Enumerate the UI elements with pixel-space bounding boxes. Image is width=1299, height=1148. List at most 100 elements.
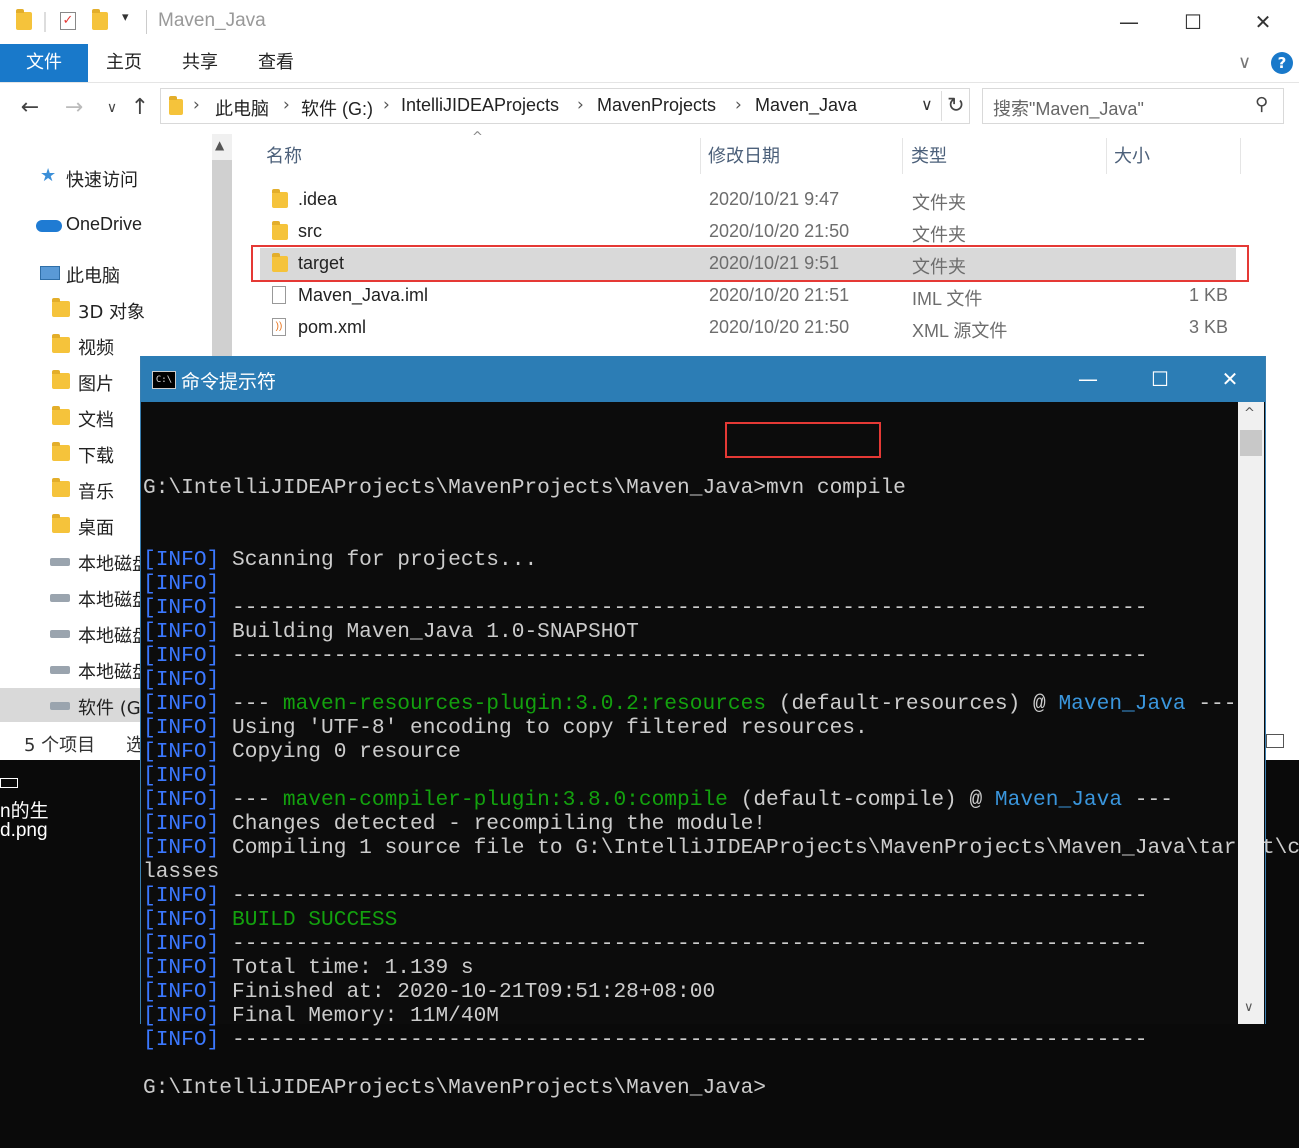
breadcrumb-maven-java[interactable]: Maven_Java bbox=[755, 95, 857, 116]
address-bar[interactable]: › 此电脑 › 软件 (G:) › IntelliJIDEAProjects ›… bbox=[160, 88, 970, 124]
breadcrumb-maven-projects[interactable]: MavenProjects bbox=[597, 95, 716, 116]
terminal-text: Total time: 1.139 s bbox=[219, 956, 474, 980]
scroll-down-icon[interactable]: ∨ bbox=[1244, 1000, 1254, 1015]
desktop-file-icon[interactable] bbox=[0, 778, 18, 788]
nav-item-quick-access[interactable]: ★ 快速访问 bbox=[0, 160, 210, 194]
cmd-maximize-button[interactable]: ☐ bbox=[1125, 356, 1195, 402]
cmd-window-title: 命令提示符 bbox=[181, 371, 277, 393]
tab-file[interactable]: 文件 bbox=[0, 44, 88, 82]
chevron-right-icon[interactable]: › bbox=[193, 95, 200, 115]
maximize-button[interactable]: ☐ bbox=[1162, 0, 1224, 44]
terminal-text: --- bbox=[1122, 788, 1173, 812]
column-header-modified[interactable]: 修改日期 bbox=[708, 142, 780, 168]
nav-pane-scroll-thumb[interactable] bbox=[212, 160, 232, 370]
file-icon bbox=[272, 286, 286, 304]
terminal-text: ----------------------------------------… bbox=[219, 884, 1148, 908]
search-box[interactable]: 搜索"Maven_Java" ⚲ bbox=[982, 88, 1284, 124]
info-tag: [INFO] bbox=[143, 932, 220, 956]
tab-view[interactable]: 查看 bbox=[240, 44, 312, 82]
nav-item-onedrive[interactable]: OneDrive bbox=[0, 208, 210, 242]
terminal-line: [INFO] ---------------------------------… bbox=[143, 596, 1239, 620]
terminal-text: (default-resources) @ bbox=[766, 692, 1059, 716]
nav-item-this-pc[interactable]: 此电脑 bbox=[0, 256, 210, 290]
details-view-icon[interactable] bbox=[1266, 734, 1284, 748]
chevron-right-icon[interactable]: › bbox=[283, 95, 290, 115]
breadcrumb-drive-g[interactable]: 软件 (G:) bbox=[301, 95, 373, 121]
expand-ribbon-icon[interactable]: ∨ bbox=[1238, 52, 1251, 73]
terminal-line: [INFO] Copying 0 resource bbox=[143, 740, 1239, 764]
file-row[interactable]: .idea 2020/10/21 9:47 文件夹 bbox=[248, 184, 1238, 216]
divider bbox=[941, 91, 942, 121]
cmd-scrollbar[interactable] bbox=[1238, 402, 1264, 1024]
tab-home[interactable]: 主页 bbox=[88, 44, 160, 82]
scroll-up-icon[interactable]: ^ bbox=[1244, 406, 1255, 421]
terminal-line: lasses bbox=[143, 860, 1239, 884]
search-icon[interactable]: ⚲ bbox=[1255, 94, 1268, 115]
terminal-text: --- bbox=[1185, 692, 1237, 716]
xml-file-icon: )) bbox=[272, 318, 286, 336]
recent-locations-icon[interactable]: ∨ bbox=[98, 94, 126, 122]
scroll-up-icon[interactable]: ▲ bbox=[215, 138, 224, 152]
terminal-text: ----------------------------------------… bbox=[219, 596, 1148, 620]
info-tag: [INFO] bbox=[143, 884, 220, 908]
info-tag: [INFO] bbox=[143, 788, 220, 812]
column-divider[interactable] bbox=[700, 138, 701, 174]
drive-icon bbox=[50, 702, 70, 710]
terminal-line: [INFO] ---------------------------------… bbox=[143, 644, 1239, 668]
close-button[interactable]: ✕ bbox=[1232, 0, 1294, 44]
terminal-text: Compiling 1 source file to G:\IntelliJID… bbox=[219, 836, 1299, 860]
refresh-icon[interactable]: ↻ bbox=[947, 93, 965, 117]
quick-access-toolbar-dropdown-icon[interactable]: ▾ bbox=[122, 10, 129, 25]
address-dropdown-icon[interactable]: ∨ bbox=[921, 95, 933, 114]
info-tag: [INFO] bbox=[143, 572, 220, 596]
info-tag: [INFO] bbox=[143, 716, 220, 740]
file-row[interactable]: )) pom.xml 2020/10/20 21:50 XML 源文件 3 KB bbox=[248, 312, 1238, 344]
pictures-icon bbox=[52, 370, 70, 389]
column-header-type[interactable]: 类型 bbox=[911, 142, 947, 168]
desktop-item-label[interactable]: n的生 bbox=[0, 796, 49, 823]
drive-icon bbox=[50, 558, 70, 566]
column-header-name[interactable]: 名称 bbox=[266, 142, 302, 168]
search-placeholder: 搜索"Maven_Java" bbox=[993, 99, 1144, 119]
chevron-right-icon[interactable]: › bbox=[577, 95, 584, 115]
back-button[interactable]: ← bbox=[16, 94, 44, 122]
minimize-button[interactable]: — bbox=[1098, 0, 1160, 44]
properties-icon[interactable]: ✓ bbox=[60, 12, 76, 30]
new-folder-icon[interactable] bbox=[92, 9, 108, 30]
terminal-line: [INFO] Finished at: 2020-10-21T09:51:28+… bbox=[143, 980, 1239, 1004]
column-divider[interactable] bbox=[1106, 138, 1107, 174]
terminal-text: Finished at: 2020-10-21T09:51:28+08:00 bbox=[219, 980, 716, 1004]
terminal-text: --- bbox=[219, 788, 283, 812]
forward-button[interactable]: → bbox=[60, 94, 88, 122]
terminal-text: BUILD SUCCESS bbox=[232, 908, 398, 932]
column-divider[interactable] bbox=[902, 138, 903, 174]
help-icon[interactable]: ? bbox=[1271, 52, 1293, 74]
column-divider[interactable] bbox=[1240, 138, 1241, 174]
desktop-icon bbox=[52, 514, 70, 533]
up-button[interactable]: ↑ bbox=[126, 94, 154, 122]
tab-share[interactable]: 共享 bbox=[164, 44, 236, 82]
column-header-size[interactable]: 大小 bbox=[1114, 142, 1150, 168]
terminal-text: maven-compiler-plugin:3.8.0:compile bbox=[282, 788, 728, 812]
breadcrumb-this-pc[interactable]: 此电脑 bbox=[215, 95, 269, 121]
cmd-scroll-thumb[interactable] bbox=[1240, 430, 1262, 456]
nav-item-3d-objects[interactable]: 3D 对象 bbox=[0, 292, 210, 326]
chevron-right-icon[interactable]: › bbox=[735, 95, 742, 115]
terminal-line: [INFO] --- maven-resources-plugin:3.0.2:… bbox=[143, 692, 1239, 716]
ribbon-tabs: 文件 主页 共享 查看 ∨ bbox=[0, 44, 1299, 83]
folder-icon bbox=[169, 96, 183, 115]
terminal-line: [INFO] Scanning for projects... bbox=[143, 548, 1239, 572]
drive-icon bbox=[50, 594, 70, 602]
download-icon bbox=[52, 442, 70, 461]
terminal-prompt-line: G:\IntelliJIDEAProjects\MavenProjects\Ma… bbox=[143, 476, 1239, 500]
breadcrumb-intellij-projects[interactable]: IntelliJIDEAProjects bbox=[401, 95, 559, 116]
info-tag: [INFO] bbox=[143, 692, 220, 716]
chevron-right-icon[interactable]: › bbox=[383, 95, 390, 115]
desktop-item-label[interactable]: d.png bbox=[0, 820, 48, 842]
cmd-minimize-button[interactable]: — bbox=[1053, 356, 1123, 402]
file-row[interactable]: Maven_Java.iml 2020/10/20 21:51 IML 文件 1… bbox=[248, 280, 1238, 312]
file-row[interactable]: src 2020/10/20 21:50 文件夹 bbox=[248, 216, 1238, 248]
terminal-text: ----------------------------------------… bbox=[219, 644, 1148, 668]
cmd-close-button[interactable]: ✕ bbox=[1195, 356, 1265, 402]
terminal-output[interactable]: G:\IntelliJIDEAProjects\MavenProjects\Ma… bbox=[143, 428, 1299, 1148]
